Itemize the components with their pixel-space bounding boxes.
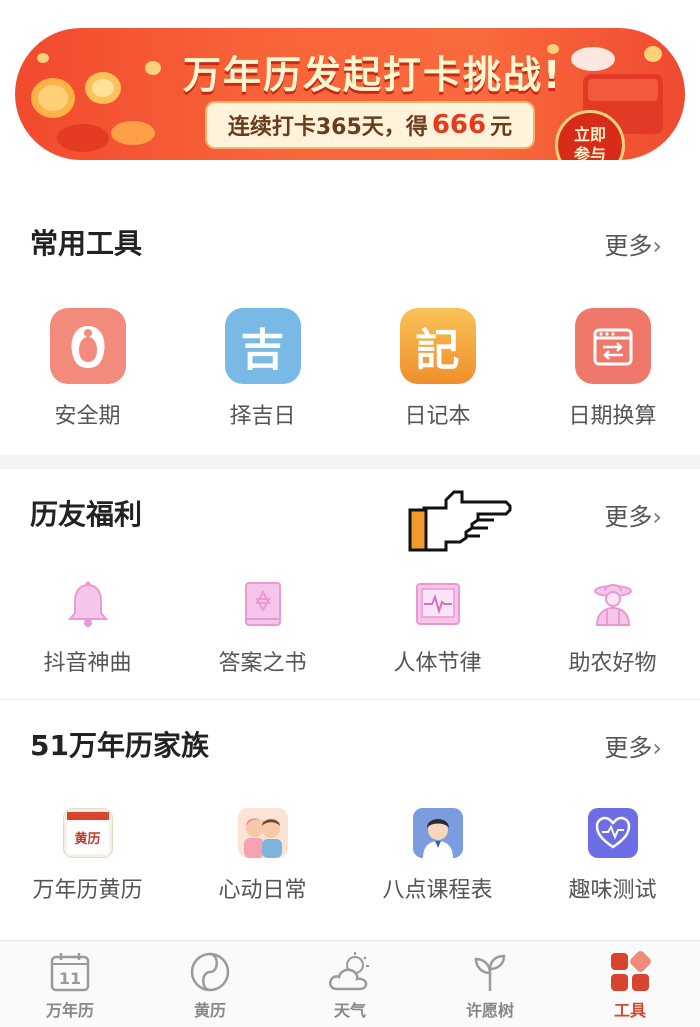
more-link[interactable]: 更多›	[604, 497, 662, 532]
checkin-challenge-banner[interactable]: 万年历发起打卡挑战! 连续打卡365天，得 666 元 立即 参与	[15, 28, 685, 160]
more-label: 更多	[604, 734, 653, 762]
section-title: 常用工具	[30, 227, 143, 260]
tab-huangli[interactable]: 黄历	[140, 941, 280, 1027]
banner-subtitle: 连续打卡365天，得 666 元	[205, 101, 535, 149]
sprout-icon	[474, 954, 506, 991]
tool-diary[interactable]: 記 日记本	[350, 308, 525, 430]
welfare-douyin-songs[interactable]: 抖音神曲	[0, 577, 175, 677]
tool-date-convert[interactable]: 日期换算	[525, 308, 700, 430]
welfare-answer-book[interactable]: 答案之书	[175, 577, 350, 677]
tool-safe-period[interactable]: 安全期	[0, 308, 175, 430]
banner-area: 万年历发起打卡挑战! 连续打卡365天，得 666 元 立即 参与	[0, 0, 700, 190]
chevron-right-icon: ›	[652, 232, 662, 260]
tab-weather[interactable]: 天气	[280, 941, 420, 1027]
yin-yang-icon	[190, 952, 230, 992]
welfare-label: 助农好物	[568, 651, 657, 676]
tool-glyph: 記	[415, 325, 460, 376]
tab-wish-tree[interactable]: 许愿树	[420, 941, 560, 1027]
tab-label: 许愿树	[465, 1001, 514, 1020]
tool-label: 日记本	[404, 404, 471, 429]
welfare-label: 答案之书	[218, 651, 307, 676]
common-tools-section: 常用工具 更多› 安全期 吉 择吉日 記 日记本 日期换算	[0, 190, 700, 455]
welfare-section: 历友福利 更多› 抖音神曲 答案之书 人体节律 助农好物	[0, 469, 700, 699]
heart-test-app-icon	[587, 808, 638, 858]
tab-label: 天气	[333, 1001, 366, 1020]
more-link[interactable]: 更多›	[604, 226, 662, 261]
tools-grid-icon	[611, 951, 651, 991]
star-book-icon	[236, 577, 290, 631]
huangli-app-icon: 黄历	[62, 808, 113, 858]
huangli-badge: 黄历	[66, 812, 109, 854]
banner-amount: 666	[431, 110, 487, 140]
app-label: 八点课程表	[382, 878, 493, 903]
tab-label: 黄历	[193, 1001, 226, 1020]
tool-label: 日期换算	[568, 404, 657, 429]
banner-subtitle-prefix: 连续打卡365天，得	[227, 115, 428, 140]
app-huangli[interactable]: 黄历 万年历黄历	[0, 808, 175, 904]
welfare-label: 抖音神曲	[43, 651, 132, 676]
tab-tools[interactable]: 工具	[560, 941, 700, 1027]
tool-label: 安全期	[54, 404, 121, 429]
pointing-hand-icon	[408, 490, 512, 552]
welfare-label: 人体节律	[393, 651, 482, 676]
student-app-icon	[412, 808, 463, 858]
join-label-line2: 参与	[573, 145, 606, 160]
heartbeat-monitor-icon	[411, 577, 465, 631]
welfare-body-rhythm[interactable]: 人体节律	[350, 577, 525, 677]
more-label: 更多	[604, 503, 653, 531]
app-fun-test[interactable]: 趣味测试	[525, 808, 700, 904]
couple-app-icon	[237, 808, 288, 858]
bottom-tab-bar: 11 万年历 黄历 天气 许愿树 工具	[0, 940, 700, 1027]
more-label: 更多	[604, 232, 653, 260]
app-label: 万年历黄历	[32, 878, 143, 903]
diary-character-icon: 記	[399, 308, 476, 384]
banner-title: 万年历发起打卡挑战!	[183, 53, 563, 97]
bell-icon	[61, 577, 115, 631]
section-title: 历友福利	[30, 498, 143, 531]
app-heartbeat-daily[interactable]: 心动日常	[175, 808, 350, 904]
app-label: 趣味测试	[568, 878, 657, 903]
app-label: 心动日常	[218, 878, 307, 903]
tool-glyph: 吉	[240, 325, 285, 376]
calendar-day: 11	[59, 969, 81, 988]
tool-auspicious-day[interactable]: 吉 择吉日	[175, 308, 350, 430]
chevron-right-icon: ›	[652, 734, 662, 762]
family-section: 51万年历家族 更多› 黄历 万年历黄历 心动日常 八点课程表 趣味测试	[0, 700, 700, 928]
weather-icon	[329, 952, 369, 991]
gold-coins-icon	[31, 53, 161, 152]
calendar-icon: 11	[50, 953, 90, 992]
farmer-icon	[586, 577, 640, 631]
chevron-right-icon: ›	[652, 503, 662, 531]
calendar-convert-icon	[574, 308, 651, 384]
banner-subtitle-suffix: 元	[490, 115, 513, 140]
welfare-farm-goods[interactable]: 助农好物	[525, 577, 700, 677]
ji-character-icon: 吉	[224, 308, 301, 384]
tool-label: 择吉日	[229, 404, 296, 429]
tab-label: 万年历	[45, 1001, 94, 1020]
join-label-line1: 立即	[573, 125, 606, 144]
tab-label: 工具	[613, 1001, 646, 1020]
app-eight-oclock-schedule[interactable]: 八点课程表	[350, 808, 525, 904]
section-divider	[0, 455, 700, 469]
tab-calendar[interactable]: 11 万年历	[0, 941, 140, 1027]
more-link[interactable]: 更多›	[604, 728, 662, 763]
section-title: 51万年历家族	[30, 729, 209, 762]
woman-flower-icon	[49, 308, 126, 384]
